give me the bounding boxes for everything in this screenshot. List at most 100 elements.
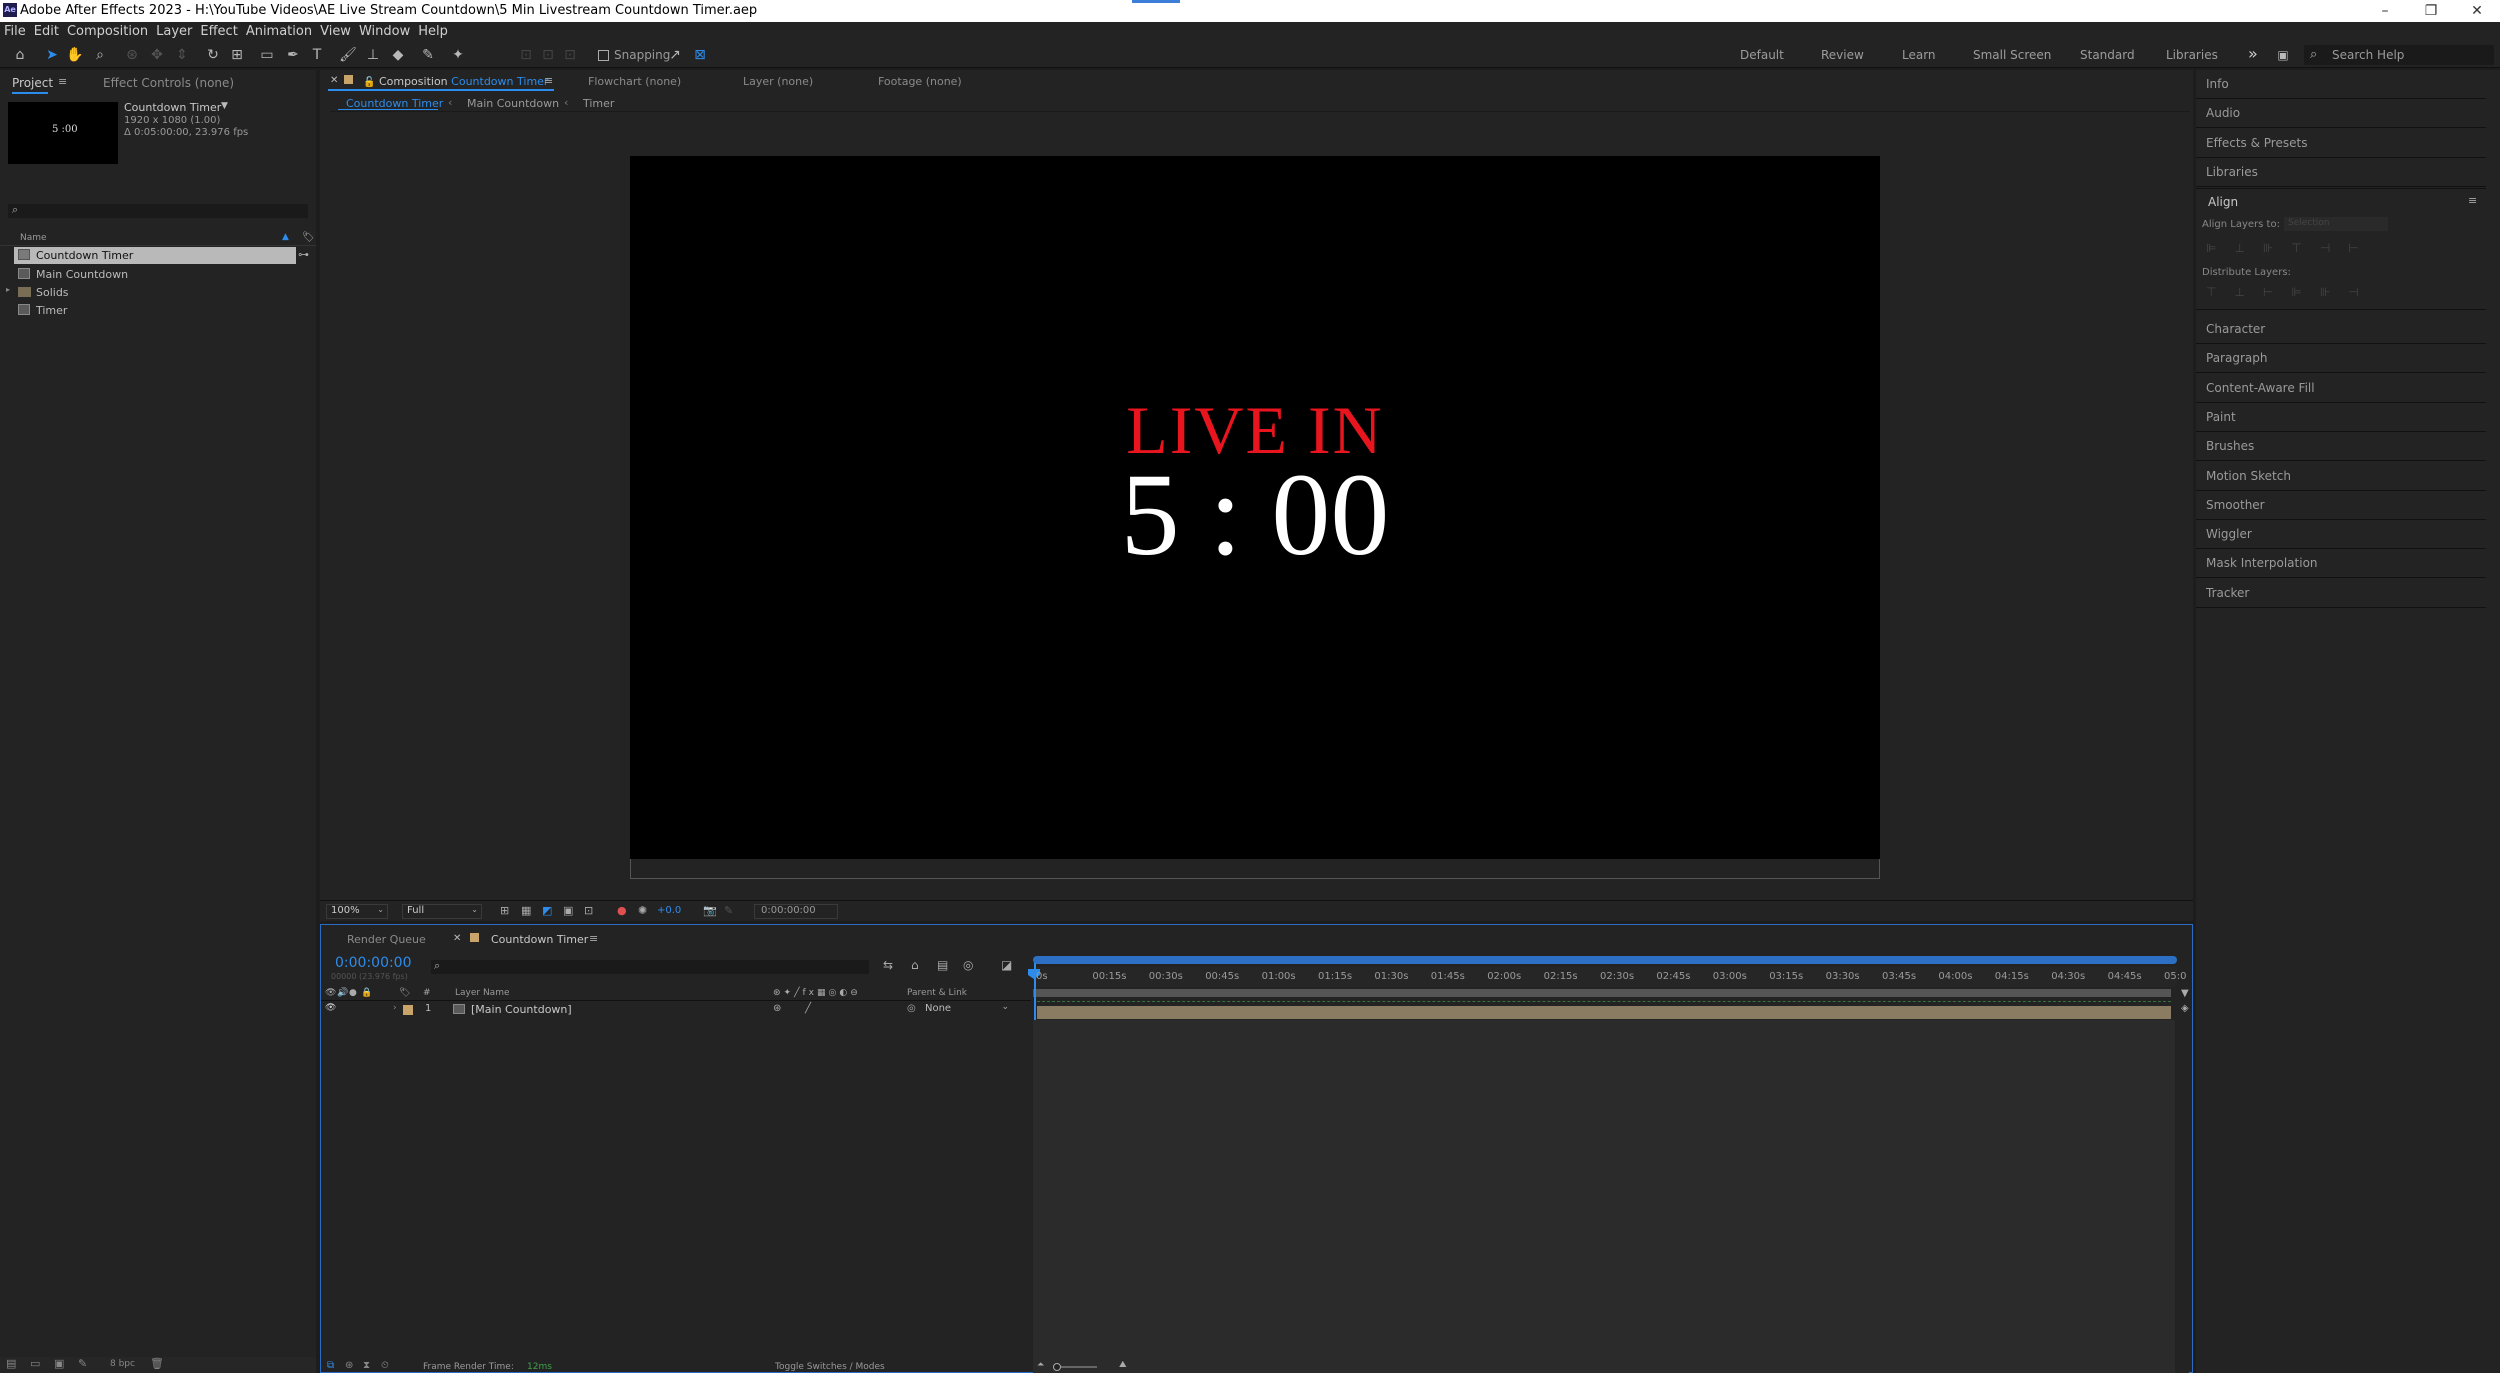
collapse-transform-icon[interactable]: ⊛: [773, 1003, 781, 1014]
zoom-in-icon[interactable]: ⛰: [1119, 1360, 1127, 1370]
composition-canvas[interactable]: LIVE IN 5 : 00: [630, 156, 1880, 859]
project-item[interactable]: Countdown Timer: [14, 247, 296, 264]
comp-dropdown-icon[interactable]: ▼: [221, 101, 228, 111]
tab-flowchart[interactable]: Flowchart (none): [588, 75, 681, 88]
in-out-toggle-icon[interactable]: ⧗: [363, 1360, 370, 1371]
workspace-default[interactable]: Default: [1740, 48, 1784, 62]
clone-stamp-icon[interactable]: ⊥: [363, 45, 383, 65]
solo-icon[interactable]: ●: [349, 988, 357, 998]
eye-icon[interactable]: 👁: [325, 988, 336, 998]
distribute-top-icon[interactable]: ⊤: [2206, 285, 2234, 299]
time-navigator[interactable]: [1033, 956, 2177, 964]
type-tool-icon[interactable]: T: [307, 45, 327, 65]
distribute-bottom-icon[interactable]: ⊢: [2263, 285, 2291, 299]
workspace-learn[interactable]: Learn: [1902, 48, 1936, 62]
view-axis-icon[interactable]: ⊡: [560, 45, 580, 65]
workspace-libraries[interactable]: Libraries: [2166, 48, 2218, 62]
panel-menu-icon[interactable]: ≡: [2468, 194, 2477, 207]
breadcrumb-item[interactable]: Timer: [583, 97, 614, 110]
restore-button[interactable]: ❐: [2408, 0, 2454, 22]
label-tag-icon[interactable]: 🏷: [302, 232, 315, 243]
column-parent-link[interactable]: Parent & Link: [907, 988, 967, 998]
tab-layer[interactable]: Layer (none): [743, 75, 813, 88]
snapshot-camera-icon[interactable]: 📷: [703, 904, 717, 917]
roto-brush-icon[interactable]: ✎: [418, 45, 438, 65]
label-tag-icon[interactable]: 🏷: [399, 988, 410, 998]
bpc-label[interactable]: 8 bpc: [110, 1359, 135, 1369]
zoom-out-icon[interactable]: ⏶: [1037, 1360, 1044, 1370]
comp-mini-flowchart-icon[interactable]: ⇆: [883, 958, 893, 972]
transfer-controls-icon[interactable]: ⊛: [345, 1360, 353, 1371]
eraser-tool-icon[interactable]: ◆: [388, 45, 408, 65]
transparency-grid-icon[interactable]: ▦: [521, 904, 531, 917]
distribute-right-icon[interactable]: ⊣: [2348, 285, 2376, 299]
layer-row[interactable]: 👁 › 1 [Main Countdown] ⊛ ╱ ◎ None ⌄: [321, 1002, 1031, 1018]
menu-layer[interactable]: Layer: [152, 22, 196, 42]
workspace-standard[interactable]: Standard: [2080, 48, 2135, 62]
snap-target-icon[interactable]: ⊠: [690, 45, 710, 65]
flowchart-icon[interactable]: ⊶: [298, 248, 309, 261]
pick-whip-icon[interactable]: ◎: [907, 1003, 916, 1014]
distribute-hcenter-icon[interactable]: ⊪: [2320, 285, 2348, 299]
right-panel-item[interactable]: Tracker: [2196, 579, 2486, 608]
tab-footage[interactable]: Footage (none): [878, 75, 962, 88]
tab-effect-controls[interactable]: Effect Controls (none): [103, 76, 234, 90]
local-axis-icon[interactable]: ⊡: [516, 45, 536, 65]
menu-view[interactable]: View: [316, 22, 355, 42]
toggle-switches-modes[interactable]: Toggle Switches / Modes: [775, 1362, 885, 1372]
snapping-checkbox[interactable]: [598, 50, 609, 61]
project-item[interactable]: Main Countdown: [14, 266, 296, 283]
project-item[interactable]: Timer: [14, 302, 296, 319]
mask-visibility-icon[interactable]: ◩: [542, 904, 552, 917]
time-navigator-range[interactable]: [1033, 956, 2177, 964]
trash-icon[interactable]: 🗑: [150, 1357, 164, 1370]
adjust-icon[interactable]: ✎: [78, 1357, 87, 1370]
right-panel-item[interactable]: Mask Interpolation: [2196, 549, 2486, 579]
rotation-tool-icon[interactable]: ↻: [203, 45, 223, 65]
workspace-small-screen[interactable]: Small Screen: [1973, 48, 2051, 62]
right-panel-item[interactable]: Paint: [2196, 403, 2486, 432]
dolly-camera-icon[interactable]: ⇕: [172, 45, 192, 65]
audio-icon[interactable]: 🔊: [337, 988, 348, 998]
grid-guides-icon[interactable]: ⊡: [584, 904, 593, 917]
align-top-icon[interactable]: ⊤: [2291, 241, 2319, 255]
right-panel-item[interactable]: Info: [2196, 70, 2486, 99]
tab-composition[interactable]: 🔓 Composition Countdown Timer: [363, 75, 548, 88]
panel-menu-icon[interactable]: ≡: [544, 74, 553, 87]
menu-edit[interactable]: Edit: [30, 22, 63, 42]
layer-name[interactable]: [Main Countdown]: [471, 1003, 572, 1016]
lock-icon[interactable]: 🔒: [361, 988, 372, 998]
hand-tool-icon[interactable]: ✋: [65, 45, 85, 65]
snap-options-icon[interactable]: ↗: [665, 45, 685, 65]
right-panel-item[interactable]: Character: [2196, 315, 2486, 344]
tab-render-queue[interactable]: Render Queue: [347, 933, 426, 946]
home-icon[interactable]: ⌂: [10, 45, 30, 65]
right-panel-item[interactable]: Motion Sketch: [2196, 462, 2486, 491]
column-name-header[interactable]: Name: [20, 233, 47, 243]
panel-menu-icon[interactable]: ≡: [589, 932, 598, 945]
align-left-icon[interactable]: ⊫: [2206, 241, 2234, 255]
close-tab-icon[interactable]: ✕: [453, 933, 461, 944]
exposure-value[interactable]: +0.0: [657, 905, 681, 916]
layer-switches-toggle-icon[interactable]: ⧉: [327, 1360, 334, 1371]
pen-tool-icon[interactable]: ✒: [283, 45, 303, 65]
comp-end-marker-icon[interactable]: ◈: [2181, 1003, 2189, 1014]
render-time-toggle-icon[interactable]: ⏲: [381, 1360, 389, 1371]
align-right-icon[interactable]: ⊪: [2263, 241, 2291, 255]
right-panel-item[interactable]: Smoother: [2196, 491, 2486, 520]
distribute-buttons-row[interactable]: ⊤⊥⊢⊫⊪⊣: [2206, 285, 2377, 299]
tab-timeline-comp[interactable]: Countdown Timer: [491, 933, 588, 946]
graph-editor-icon[interactable]: ◪: [1001, 958, 1012, 972]
close-tab-icon[interactable]: ✕: [330, 75, 338, 86]
right-panel-item[interactable]: Content-Aware Fill: [2196, 374, 2486, 403]
panel-menu-icon[interactable]: ≡: [58, 75, 67, 88]
menu-file[interactable]: File: [0, 22, 30, 42]
eye-icon[interactable]: 👁: [325, 1003, 336, 1013]
resolution-dropdown[interactable]: Full ⌄: [402, 904, 482, 919]
workspace-panel-icon[interactable]: ▣: [2273, 45, 2293, 65]
new-folder-icon[interactable]: ▭: [30, 1357, 40, 1370]
pan-camera-icon[interactable]: ✥: [147, 45, 167, 65]
align-panel-title[interactable]: Align: [2208, 195, 2238, 209]
viewer-timecode[interactable]: 0:00:00:00: [754, 904, 838, 919]
puppet-tool-icon[interactable]: ✦: [448, 45, 468, 65]
